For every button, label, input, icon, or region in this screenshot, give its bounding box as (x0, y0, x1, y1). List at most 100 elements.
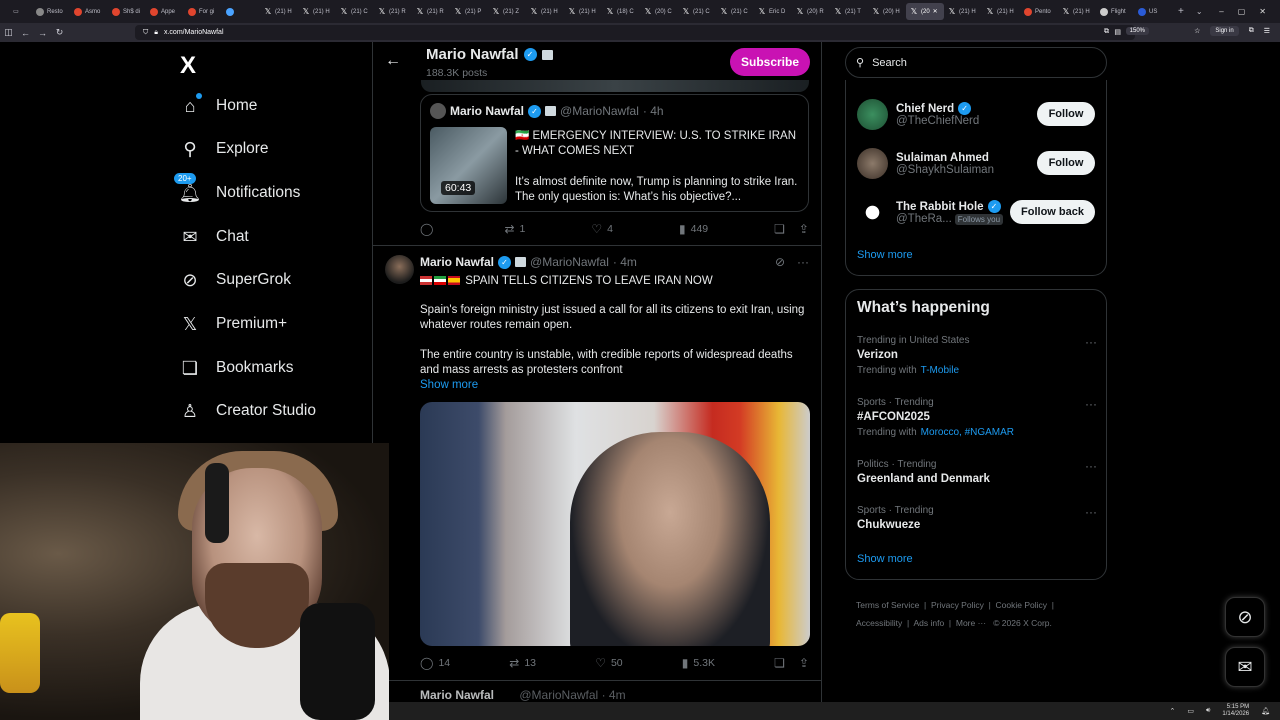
menu-icon[interactable]: ☰ (1264, 27, 1270, 35)
repost-button[interactable]: ⇄ 13 (509, 656, 536, 670)
chevron-up-icon[interactable]: ⌃ (1169, 707, 1175, 715)
trending-with-link[interactable]: T-Mobile (921, 365, 959, 376)
browser-tab[interactable]: 𝕏 (21) C (716, 3, 754, 20)
reply-button[interactable]: ◯ 14 (420, 656, 450, 670)
browser-tab[interactable]: 𝕏 (21) Z (488, 3, 526, 20)
follow-button[interactable]: Follow back (1010, 200, 1095, 224)
footer-link[interactable]: More ··· (956, 618, 986, 628)
account-handle[interactable]: @ShaykhSulaiman (896, 164, 994, 176)
browser-tab[interactable]: For gi (184, 3, 222, 20)
reader-icon[interactable]: ▤ (1114, 28, 1121, 36)
sidebar-item-notifications[interactable]: 🔔︎ 20+ Notifications (174, 173, 300, 203)
browser-tab[interactable]: 𝕏 (20) C (640, 3, 678, 20)
avatar[interactable] (857, 197, 888, 228)
screenshot-icon[interactable]: ⧉ (1104, 28, 1109, 36)
post-image[interactable] (420, 402, 810, 646)
follow-suggestion[interactable]: Sulaiman Ahmed @ShaykhSulaiman (857, 148, 994, 179)
notification-bell-icon[interactable]: 🔔︎ (1261, 707, 1270, 715)
share-icon[interactable]: ⇪ (799, 656, 809, 670)
trending-with-link[interactable]: Morocco, #NGAMAR (921, 427, 1014, 438)
share-icon[interactable]: ⇪ (799, 222, 809, 236)
browser-tab[interactable] (222, 3, 260, 20)
views-button[interactable]: ▮ 5.3K (682, 656, 715, 670)
footer-link[interactable]: Privacy Policy (931, 600, 984, 610)
sidebar-item-chat[interactable]: ✉ Chat (180, 227, 248, 247)
browser-tab[interactable]: 𝕏 (21) H (982, 3, 1020, 20)
back-arrow-icon[interactable]: ← (385, 52, 401, 70)
author-handle[interactable]: @MarioNawfal (560, 104, 639, 118)
extensions-icon[interactable]: ⧉ (1249, 27, 1254, 35)
repost-button[interactable]: ⇄ 1 (504, 222, 525, 236)
browser-tab[interactable]: 𝕏 (21) H (526, 3, 564, 20)
sidebar-toggle-icon[interactable]: ◫ (0, 27, 17, 38)
new-tab-button[interactable]: + (1178, 6, 1184, 17)
account-handle[interactable]: @TheChiefNerd (896, 115, 979, 127)
browser-tab[interactable]: 𝕏 (21) R (374, 3, 412, 20)
trend-item[interactable]: Sports · Trending #AFCON2025 Trending with… (857, 397, 1097, 438)
browser-tab[interactable]: 𝕏 (21) C (678, 3, 716, 20)
avatar[interactable] (857, 99, 888, 130)
browser-tab[interactable]: 𝕏 (18) C (602, 3, 640, 20)
browser-tab[interactable]: Asmo (70, 3, 108, 20)
browser-tab[interactable]: 𝕏 (21) H (564, 3, 602, 20)
bookmark-icon[interactable]: ❏ (774, 656, 785, 670)
follow-suggestion[interactable]: The Rabbit Hole ✓ @TheRa... Follows you (857, 197, 1004, 228)
more-options-icon[interactable]: ··· (1085, 505, 1097, 519)
avatar[interactable] (385, 255, 414, 284)
browser-tab[interactable]: 𝕏 (21) H (298, 3, 336, 20)
show-more-link[interactable]: Show more (857, 249, 913, 261)
zoom-level[interactable]: 150% (1125, 27, 1149, 35)
close-window-button[interactable]: ✕ (1259, 7, 1266, 16)
footer-link[interactable]: Terms of Service (856, 600, 919, 610)
author-name[interactable]: Mario Nawfal (420, 255, 494, 269)
sidebar-item-supergrok[interactable]: ⊘ SuperGrok (180, 270, 291, 290)
follow-button[interactable]: Follow (1037, 151, 1095, 175)
close-tab-icon[interactable]: ✕ (933, 8, 938, 15)
sidebar-item-premium[interactable]: 𝕏 Premium+ (180, 314, 287, 334)
network-icon[interactable]: ▭ (1187, 707, 1194, 715)
sidebar-item-explore[interactable]: ⚲ Explore (180, 139, 268, 159)
clock[interactable]: 5:15 PM 1/14/2026 (1222, 704, 1249, 718)
show-more-link[interactable]: Show more (420, 379, 478, 391)
browser-tab[interactable]: Appe (146, 3, 184, 20)
browser-tab[interactable]: 𝕏 (20) R (792, 3, 830, 20)
messages-fab-button[interactable]: ✉ (1225, 647, 1265, 687)
sidebar-item-bookmarks[interactable]: ❏ Bookmarks (180, 358, 294, 378)
browser-tab[interactable]: 𝕏 (20 ✕ (906, 3, 944, 20)
browser-tab[interactable]: 𝕏 (21) T (830, 3, 868, 20)
minimize-button[interactable]: – (1219, 7, 1223, 16)
more-options-icon[interactable]: ··· (1085, 459, 1097, 473)
more-options-icon[interactable]: ··· (1085, 397, 1097, 411)
subscribe-button[interactable]: Subscribe (730, 48, 810, 76)
address-bar[interactable]: ⛉ 🔒︎ x.com/MarioNawfal ⧉ ▤ 150% (135, 25, 1149, 40)
x-logo[interactable]: X (180, 52, 196, 80)
footer-link[interactable]: Cookie Policy (996, 600, 1048, 610)
sidebar-item-home[interactable]: ⌂ Home (180, 93, 257, 116)
footer-link[interactable]: Accessibility (856, 618, 902, 628)
trend-item[interactable]: Trending in United States Verizon Trending… (857, 335, 1097, 376)
quoted-post-card[interactable]: Mario Nawfal ✓ @MarioNawfal · 4h 60:43 🇮… (420, 94, 809, 212)
account-name[interactable]: The Rabbit Hole (896, 201, 984, 213)
sidebar-item-creator-studio[interactable]: ♙ Creator Studio (180, 401, 316, 421)
bookmark-icon[interactable]: ❏ (774, 222, 785, 236)
browser-tab[interactable]: 𝕏 (21) C (336, 3, 374, 20)
sign-in-button[interactable]: Sign in (1210, 26, 1239, 36)
avatar[interactable] (857, 148, 888, 179)
like-button[interactable]: ♡ 50 (595, 656, 622, 670)
browser-tab[interactable]: Sh$ di (108, 3, 146, 20)
reply-button[interactable]: ◯ (420, 222, 438, 236)
follow-suggestion[interactable]: Chief Nerd ✓ @TheChiefNerd (857, 99, 979, 130)
views-button[interactable]: ▮ 449 (679, 222, 708, 236)
search-input[interactable]: ⚲ Search (845, 47, 1107, 78)
reload-button[interactable]: ↻ (51, 27, 68, 38)
account-name[interactable]: Chief Nerd (896, 103, 954, 115)
tab-overview-button[interactable]: ▭ (0, 0, 32, 23)
browser-tab[interactable]: US (1134, 3, 1172, 20)
browser-tab[interactable]: Flight (1096, 3, 1134, 20)
browser-tab[interactable]: 𝕏 (21) R (412, 3, 450, 20)
account-name[interactable]: Sulaiman Ahmed (896, 152, 989, 164)
browser-tab[interactable]: 𝕏 (21) P (450, 3, 488, 20)
follow-button[interactable]: Follow (1037, 102, 1095, 126)
more-options-icon[interactable]: ··· (797, 255, 809, 269)
tab-list-button[interactable]: ⌄ (1196, 7, 1203, 16)
